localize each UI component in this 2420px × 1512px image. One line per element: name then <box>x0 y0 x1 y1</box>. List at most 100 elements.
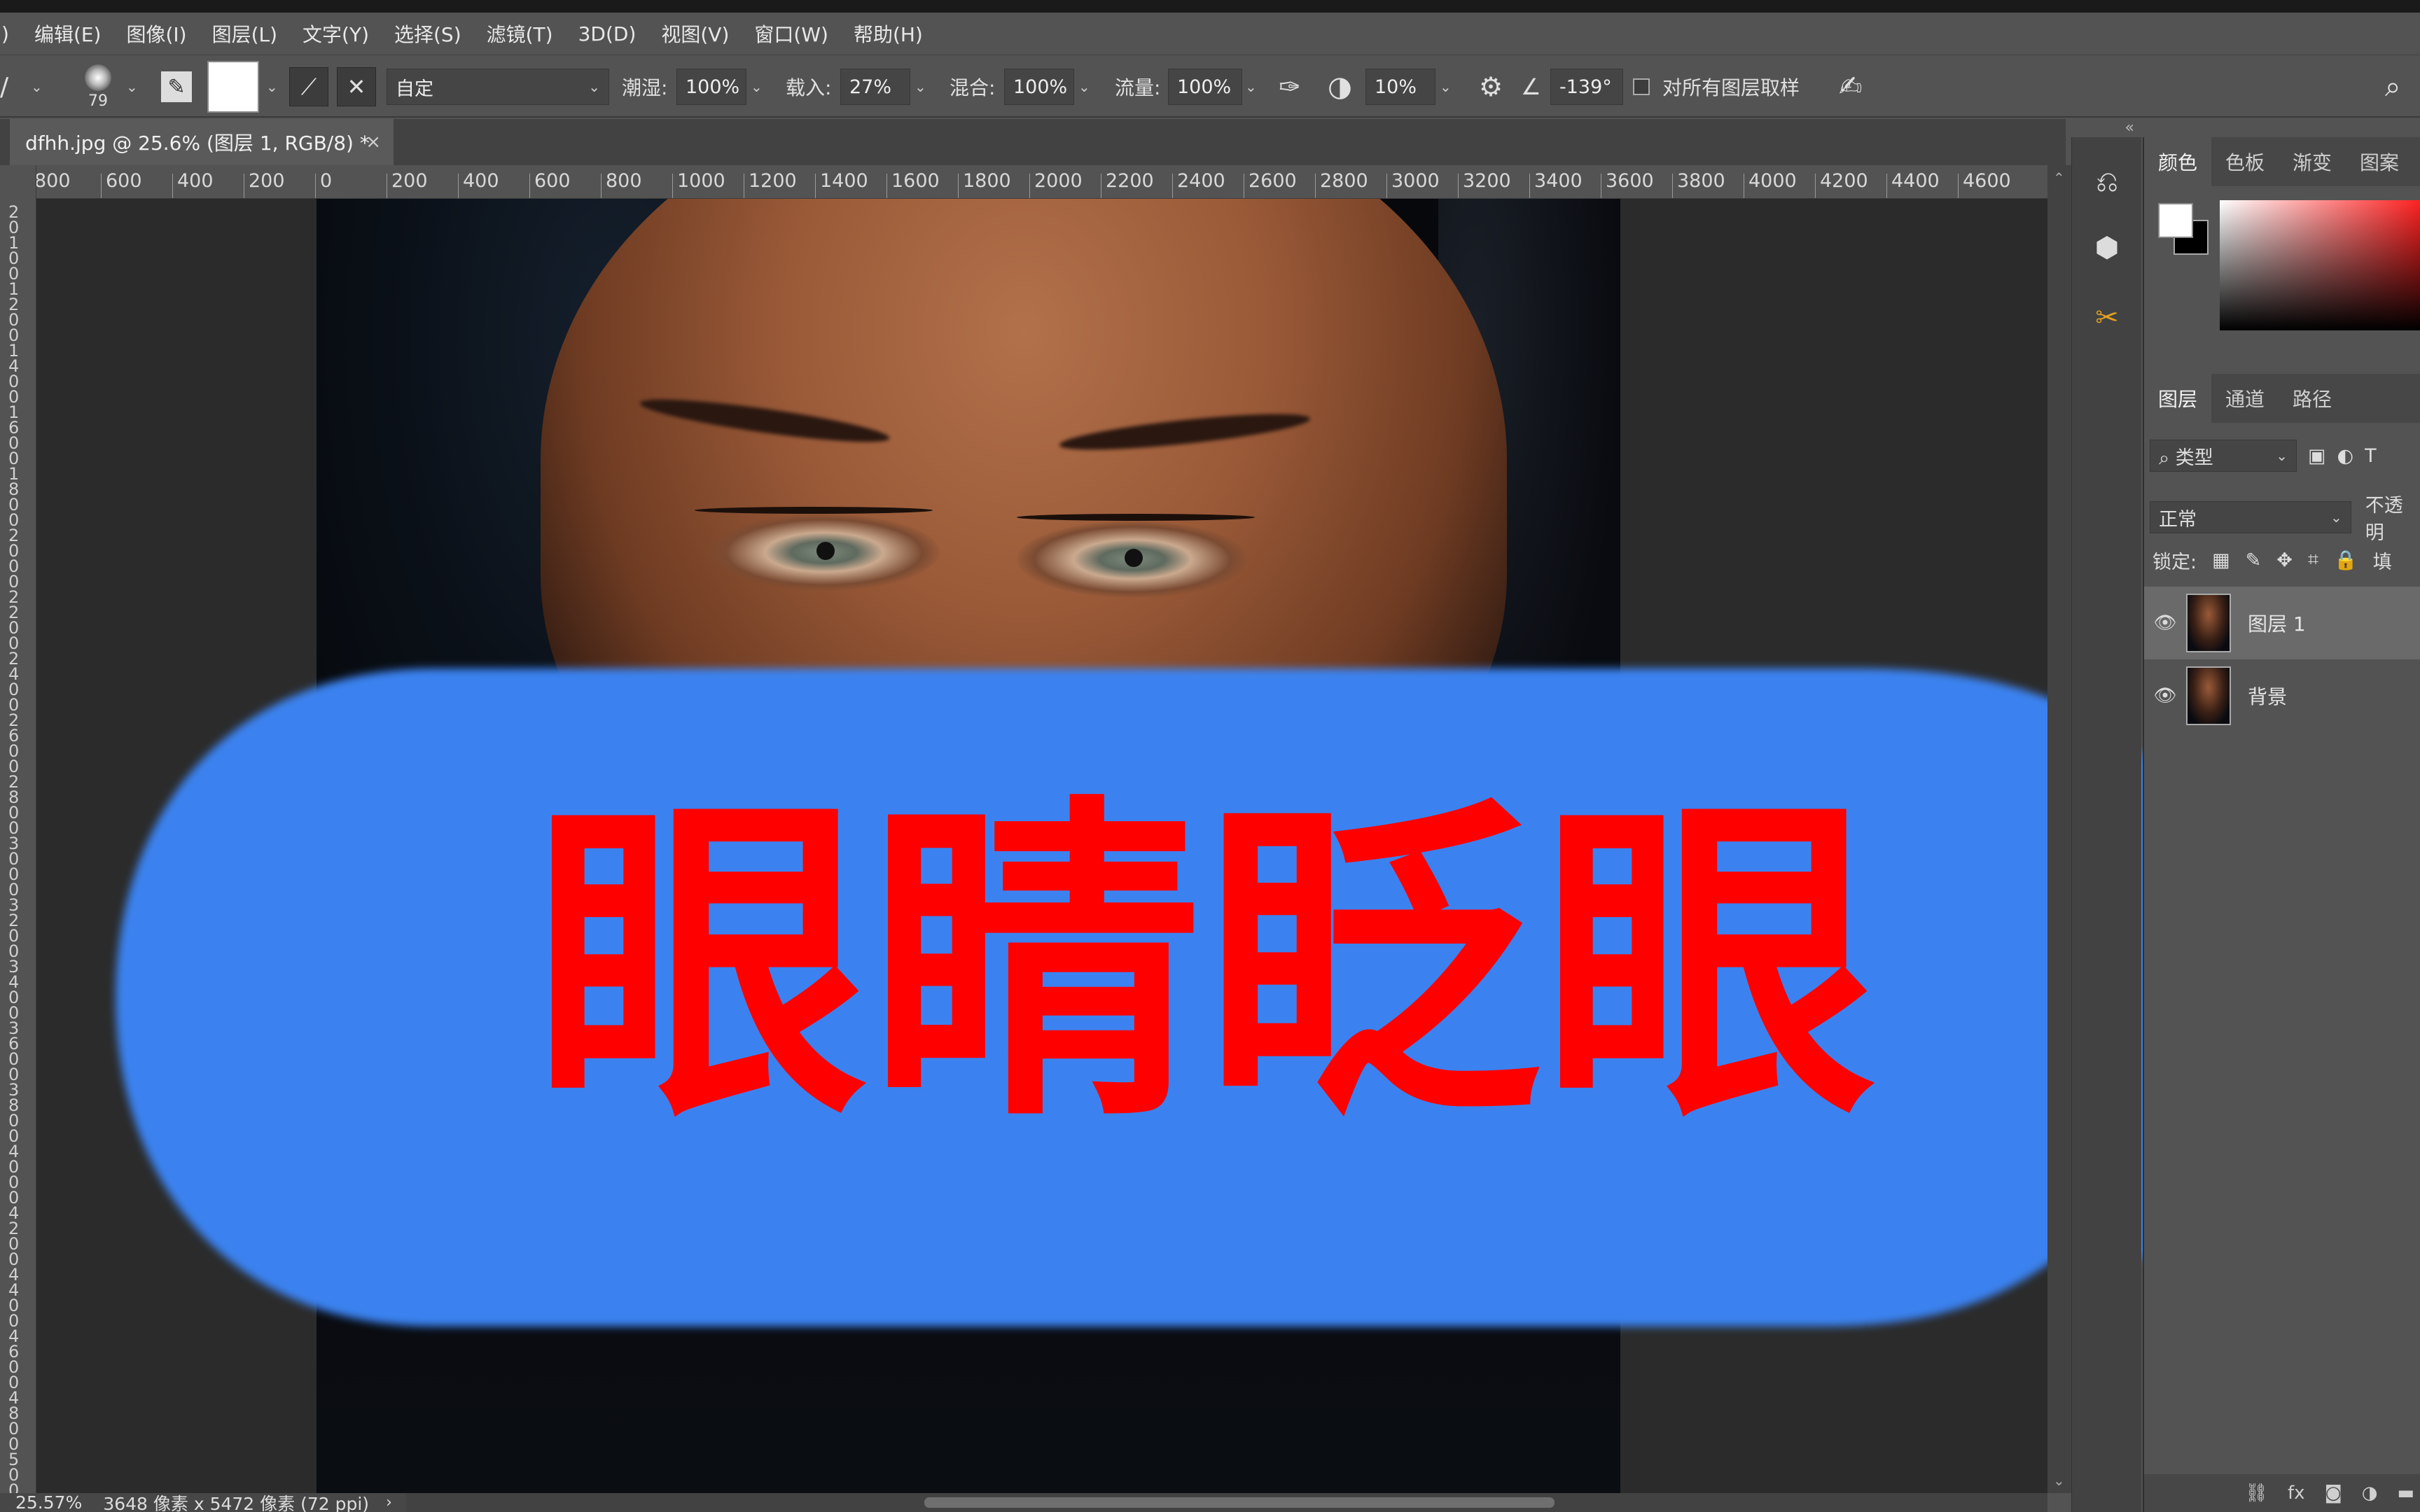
clean-brush-icon[interactable]: ✕ <box>335 55 378 118</box>
ruler-tick-label: 3000 <box>1386 172 1440 198</box>
document-image[interactable] <box>317 199 1620 1493</box>
menu-filter[interactable]: 滤镜(T) <box>474 20 566 48</box>
scroll-up-icon[interactable]: ⌃ <box>2053 169 2065 186</box>
lock-label: 锁定: <box>2153 551 2197 573</box>
3d-icon[interactable]: ⬢ <box>2083 224 2131 272</box>
menu-select[interactable]: 选择(S) <box>382 20 474 48</box>
tools-icon[interactable]: ✂ <box>2083 294 2131 342</box>
menu-3d[interactable]: 3D(D) <box>566 22 649 46</box>
document-tab-bar: dfhh.jpg @ 25.6% (图层 1, RGB/8) * × <box>0 119 2066 165</box>
brush-chevron-icon[interactable]: ⌄ <box>126 55 138 118</box>
tab-patterns[interactable]: 图案 <box>2346 137 2413 186</box>
visibility-eye-icon[interactable]: 👁 <box>2144 612 2186 634</box>
ruler-tick-label: 800 <box>601 172 642 198</box>
flow-chevron-icon[interactable]: ⌄ <box>1245 55 1257 118</box>
load-brush-icon[interactable]: ⟋ <box>287 55 331 118</box>
load-input[interactable]: 27% <box>840 69 910 105</box>
lock-artboard-icon[interactable]: ⌗ <box>2308 549 2318 571</box>
left-pupil <box>816 542 835 560</box>
scroll-down-icon[interactable]: ⌄ <box>2053 1472 2065 1489</box>
add-mask-icon[interactable]: ◙ <box>2325 1483 2342 1504</box>
blend-mode-select[interactable]: 正常 ⌄ <box>2150 501 2351 533</box>
tab-layers[interactable]: 图层 <box>2144 374 2212 423</box>
flow-input[interactable]: 100% <box>1168 69 1242 105</box>
smoothing-icon[interactable]: ◑ <box>1328 55 1352 118</box>
brush-preview[interactable]: 79 <box>77 55 119 118</box>
layer-row-background[interactable]: 👁 背景 <box>2144 659 2420 732</box>
smoothing-input[interactable]: 10% <box>1365 69 1435 105</box>
layer-row-1[interactable]: 👁 图层 1 <box>2144 587 2420 659</box>
ruler-tick-label: 600 <box>101 172 142 198</box>
tab-swatches[interactable]: 色板 <box>2211 137 2279 186</box>
search-icon[interactable]: ⌕ <box>2385 55 2400 118</box>
menu-edit[interactable]: 编辑(E) <box>22 20 114 48</box>
gear-icon[interactable]: ⚙ <box>1479 55 1503 118</box>
sample-all-checkbox[interactable] <box>1633 78 1650 95</box>
lock-paint-icon[interactable]: ✎ <box>2246 550 2262 571</box>
angle-icon: ∠ <box>1521 74 1541 100</box>
menu-overflow[interactable]: ) <box>0 22 22 46</box>
collapse-panels-icon[interactable]: « <box>2071 119 2141 136</box>
menu-layer[interactable]: 图层(L) <box>200 20 290 48</box>
fx-icon[interactable]: fx <box>2288 1483 2305 1504</box>
layer-filter-select[interactable]: ⌕ 类型 ⌄ <box>2150 440 2297 472</box>
lock-move-icon[interactable]: ✥ <box>2276 550 2293 571</box>
layer-name: 图层 1 <box>2248 612 2306 636</box>
close-icon[interactable]: × <box>366 132 381 153</box>
layer-filter-value: 类型 <box>2175 447 2213 469</box>
options-bar: / ⌄ 79 ⌄ ✎ ⌄ ⟋ ✕ 自定 ⌄ 潮湿: 100% ⌄ 载入: 27%… <box>0 55 2420 118</box>
mix-input[interactable]: 100% <box>1004 69 1074 105</box>
tab-channels[interactable]: 通道 <box>2211 374 2279 423</box>
blend-preset-select[interactable]: 自定 ⌄ <box>387 69 609 105</box>
wet-input[interactable]: 100% <box>676 69 746 105</box>
lock-all-icon[interactable]: 🔒 <box>2334 549 2358 571</box>
adjustment-filter-icon[interactable]: ◐ <box>2337 445 2354 467</box>
mixer-brush-tool-icon[interactable]: / <box>0 55 28 118</box>
color-picker-field[interactable] <box>2220 200 2420 330</box>
brush-settings-icon[interactable]: ✎ <box>158 55 195 118</box>
canvas-area[interactable] <box>36 199 2047 1493</box>
type-filter-icon[interactable]: T <box>2365 445 2377 467</box>
swatch-chevron-icon[interactable]: ⌄ <box>266 55 278 118</box>
link-layers-icon[interactable]: ⛓ <box>2245 1483 2268 1504</box>
tab-gradients[interactable]: 渐变 <box>2279 137 2346 186</box>
menu-type[interactable]: 文字(Y) <box>290 20 382 48</box>
airbrush-icon[interactable]: ✑ <box>1279 55 1301 118</box>
tab-paths[interactable]: 路径 <box>2279 374 2346 423</box>
tool-preset-chevron-icon[interactable]: ⌄ <box>31 55 43 118</box>
menu-view[interactable]: 视图(V) <box>648 20 742 48</box>
smoothing-chevron-icon[interactable]: ⌄ <box>1440 55 1452 118</box>
history-icon[interactable]: ⎌ <box>2083 158 2131 206</box>
pressure-icon[interactable]: ✍ <box>1839 55 1863 118</box>
zoom-level[interactable]: 25.57% <box>15 1492 82 1512</box>
image-filter-icon[interactable]: ▣ <box>2308 445 2326 467</box>
search-icon: ⌕ <box>2159 447 2176 469</box>
vertical-ruler[interactable]: 2010012001400160018002000220024002600280… <box>0 165 36 1493</box>
horizontal-ruler[interactable]: 800 600 400 200 0 200 400 600 800 1000 1200 1400 160… <box>36 165 2047 199</box>
angle-input[interactable]: -139° <box>1550 69 1623 105</box>
load-chevron-icon[interactable]: ⌄ <box>915 55 926 118</box>
horizontal-scroll-thumb[interactable] <box>924 1497 1555 1508</box>
foreground-color-swatch[interactable] <box>2158 203 2193 238</box>
ruler-tick-label: 1400 <box>815 172 868 198</box>
adjustment-layer-icon[interactable]: ◑ <box>2362 1483 2378 1504</box>
vertical-scrollbar[interactable]: ⌃ ⌄ <box>2047 165 2071 1493</box>
current-color-swatch[interactable] <box>207 55 259 118</box>
menu-window[interactable]: 窗口(W) <box>742 20 841 48</box>
right-pupil <box>1125 549 1143 567</box>
lock-transparent-icon[interactable]: ▦ <box>2212 550 2230 571</box>
status-menu-icon[interactable]: › <box>386 1494 392 1511</box>
wet-chevron-icon[interactable]: ⌄ <box>751 55 763 118</box>
mix-label: 混合: <box>950 76 996 99</box>
tab-color[interactable]: 颜色 <box>2144 137 2212 186</box>
load-label: 载入: <box>786 76 832 99</box>
visibility-eye-icon[interactable]: 👁 <box>2144 685 2186 706</box>
blend-preset-value: 自定 <box>396 78 433 100</box>
document-tab[interactable]: dfhh.jpg @ 25.6% (图层 1, RGB/8) * × <box>10 119 394 165</box>
menu-help[interactable]: 帮助(H) <box>841 20 936 48</box>
horizontal-scrollbar[interactable] <box>406 1493 2047 1512</box>
group-icon[interactable]: ▬ <box>2397 1483 2414 1504</box>
mix-chevron-icon[interactable]: ⌄ <box>1078 55 1090 118</box>
blend-mode-value: 正常 <box>2159 508 2197 531</box>
menu-image[interactable]: 图像(I) <box>113 20 199 48</box>
